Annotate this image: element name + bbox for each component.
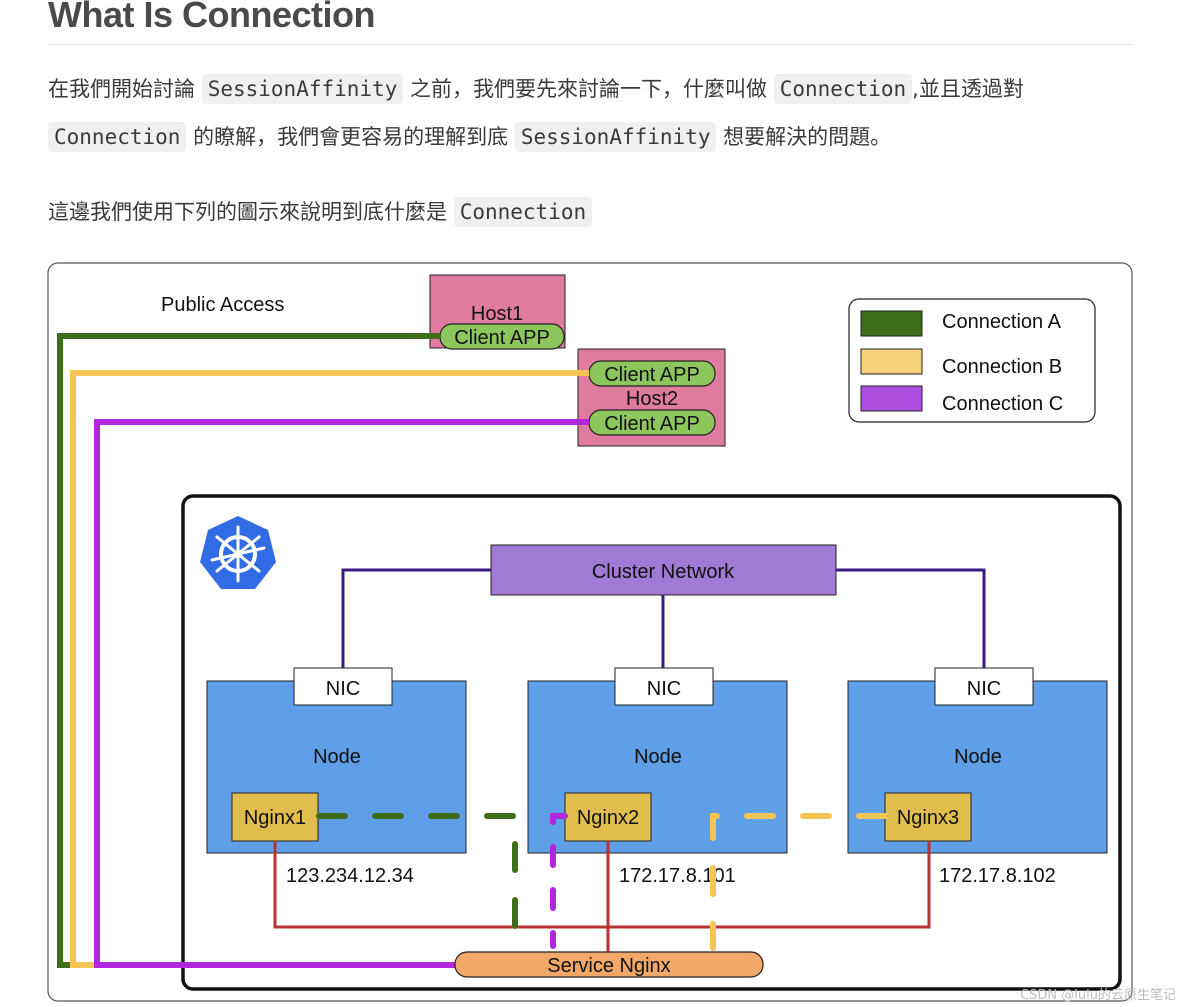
text: ,並且透過對: [912, 77, 1024, 101]
text: 的瞭解，我們會更容易的理解到底: [193, 125, 509, 149]
cluster-network-label: Cluster Network: [592, 561, 735, 583]
legend-label-a: Connection A: [942, 311, 1062, 333]
inline-code: SessionAffinity: [514, 122, 717, 152]
nic-label: NIC: [326, 678, 360, 700]
client-app-label: Client APP: [604, 413, 700, 435]
nginx-label: Nginx3: [897, 807, 959, 829]
host2-label: Host2: [626, 388, 678, 410]
legend-label-c: Connection C: [942, 393, 1063, 415]
host1-label: Host1: [471, 303, 523, 325]
nic-label: NIC: [967, 678, 1001, 700]
nginx-label: Nginx2: [577, 807, 639, 829]
paragraph-3: 這邊我們使用下列的圖示來說明到底什麼是 Connection: [48, 188, 593, 236]
public-access-label: Public Access: [161, 294, 284, 316]
node-ip: 123.234.12.34: [286, 865, 414, 887]
legend-swatch-c: [860, 385, 923, 412]
node-ip: 172.17.8.102: [939, 865, 1056, 887]
legend-swatch-a: [860, 310, 923, 337]
legend-label-b: Connection B: [942, 356, 1062, 378]
inline-code: Connection: [453, 197, 593, 227]
node-label: Node: [634, 746, 682, 768]
watermark: CSDN @lulu的云原生笔记: [1020, 988, 1176, 1003]
paragraph-2: Connection 的瞭解，我們會更容易的理解到底 SessionAffini…: [48, 113, 891, 161]
nic-label: NIC: [647, 678, 681, 700]
node-label: Node: [954, 746, 1002, 768]
client-app-label: Client APP: [454, 327, 550, 349]
node-label: Node: [313, 746, 361, 768]
service-nginx-label: Service Nginx: [547, 955, 670, 977]
title-divider: [48, 44, 1132, 45]
text: 之前，我們要先來討論一下，什麼叫做: [410, 77, 768, 101]
connection-diagram: Public Access Host1 Client APP Client AP…: [47, 262, 1133, 1002]
inline-code: SessionAffinity: [201, 74, 404, 104]
page-title: What Is Connection: [48, 0, 376, 35]
text: 想要解決的問題。: [723, 125, 892, 149]
inline-code: Connection: [48, 122, 187, 152]
client-app-label: Client APP: [604, 364, 700, 386]
text: 這邊我們使用下列的圖示來說明到底什麼是: [48, 200, 447, 224]
legend-swatch-b: [860, 348, 923, 375]
node-ip: 172.17.8.101: [619, 865, 736, 887]
text: 在我們開始討論: [48, 77, 195, 101]
inline-code: Connection: [773, 74, 913, 104]
nginx-label: Nginx1: [244, 807, 306, 829]
paragraph-1: 在我們開始討論 SessionAffinity 之前，我們要先來討論一下，什麼叫…: [48, 65, 1024, 113]
